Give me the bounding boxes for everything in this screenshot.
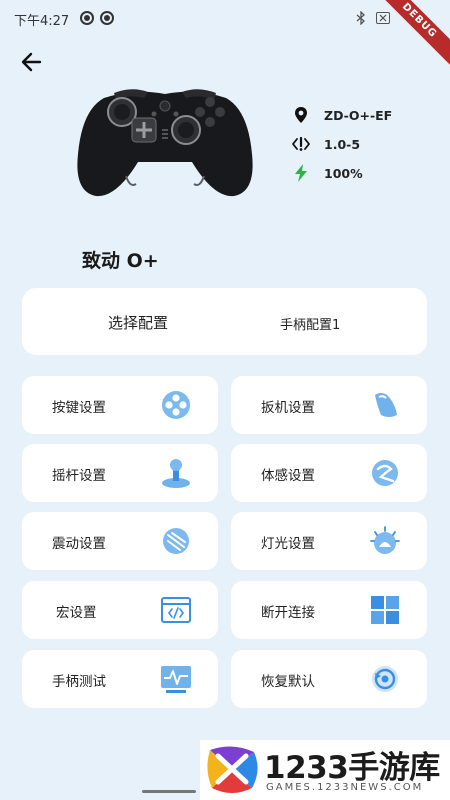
controller-image (77, 89, 253, 197)
tile-label: 恢复默认 (261, 674, 315, 690)
motion-settings-tile[interactable]: 体感设置 (231, 444, 427, 502)
macro-settings-tile[interactable]: 宏设置 (22, 581, 218, 639)
watermark-url: GAMES.1233NEWS.COM (266, 782, 424, 793)
disconnect-icon (371, 596, 399, 624)
status-time: 下午4:27 (14, 14, 70, 29)
reset-icon (372, 666, 398, 692)
lightning-icon (295, 164, 307, 182)
home-indicator[interactable] (142, 790, 196, 793)
select-config-button[interactable]: 选择配置 手柄配置1 (22, 288, 427, 355)
macro-icon (161, 597, 191, 623)
config-label: 选择配置 (108, 314, 169, 332)
buttons-icon (162, 391, 190, 419)
tile-label: 体感设置 (261, 468, 315, 484)
motion-icon (372, 460, 398, 486)
location-pin-icon (295, 107, 307, 123)
firmware-version: 1.0-5 (324, 136, 361, 152)
tile-label: 摇杆设置 (52, 468, 106, 484)
controller-test-tile[interactable]: 手柄测试 (22, 650, 218, 708)
battery-row: 100% (292, 162, 363, 184)
watermark-title: 1233手游库 (264, 750, 440, 786)
config-value: 手柄配置1 (280, 318, 341, 333)
notification-icon (100, 11, 114, 25)
device-name: 致动 O+ (82, 250, 159, 272)
button-settings-tile[interactable]: 按键设置 (22, 376, 218, 434)
vibration-settings-tile[interactable]: 震动设置 (22, 512, 218, 570)
battery-status-icon (376, 12, 390, 24)
model-row: ZD-O+-EF (292, 104, 392, 126)
device-model: ZD-O+-EF (324, 107, 393, 123)
notification-icon (80, 11, 94, 25)
joystick-icon (162, 459, 190, 488)
firmware-alert-icon (292, 136, 310, 151)
disconnect-tile[interactable]: 断开连接 (231, 581, 427, 639)
watermark: 1233手游库 GAMES.1233NEWS.COM (200, 740, 450, 800)
trigger-icon (375, 393, 397, 417)
battery-level: 100% (324, 165, 363, 181)
restore-default-tile[interactable]: 恢复默认 (231, 650, 427, 708)
tile-label: 断开连接 (261, 605, 315, 621)
tile-label: 手柄测试 (52, 674, 106, 690)
light-icon (370, 526, 400, 554)
tile-label: 震动设置 (52, 536, 106, 552)
light-settings-tile[interactable]: 灯光设置 (231, 512, 427, 570)
back-arrow-icon[interactable] (18, 48, 48, 76)
vibration-icon (163, 528, 189, 554)
test-icon (161, 666, 191, 693)
tile-label: 扳机设置 (261, 400, 315, 416)
status-bar: 下午4:27 DEBUG (0, 0, 450, 74)
bluetooth-icon (356, 11, 365, 25)
firmware-row: 1.0-5 (292, 133, 360, 155)
tile-label: 宏设置 (56, 605, 97, 621)
watermark-logo-icon (207, 746, 258, 793)
debug-banner: DEBUG (366, 0, 450, 74)
tile-label: 灯光设置 (261, 536, 315, 552)
joystick-settings-tile[interactable]: 摇杆设置 (22, 444, 218, 502)
trigger-settings-tile[interactable]: 扳机设置 (231, 376, 427, 434)
tile-label: 按键设置 (52, 400, 106, 416)
